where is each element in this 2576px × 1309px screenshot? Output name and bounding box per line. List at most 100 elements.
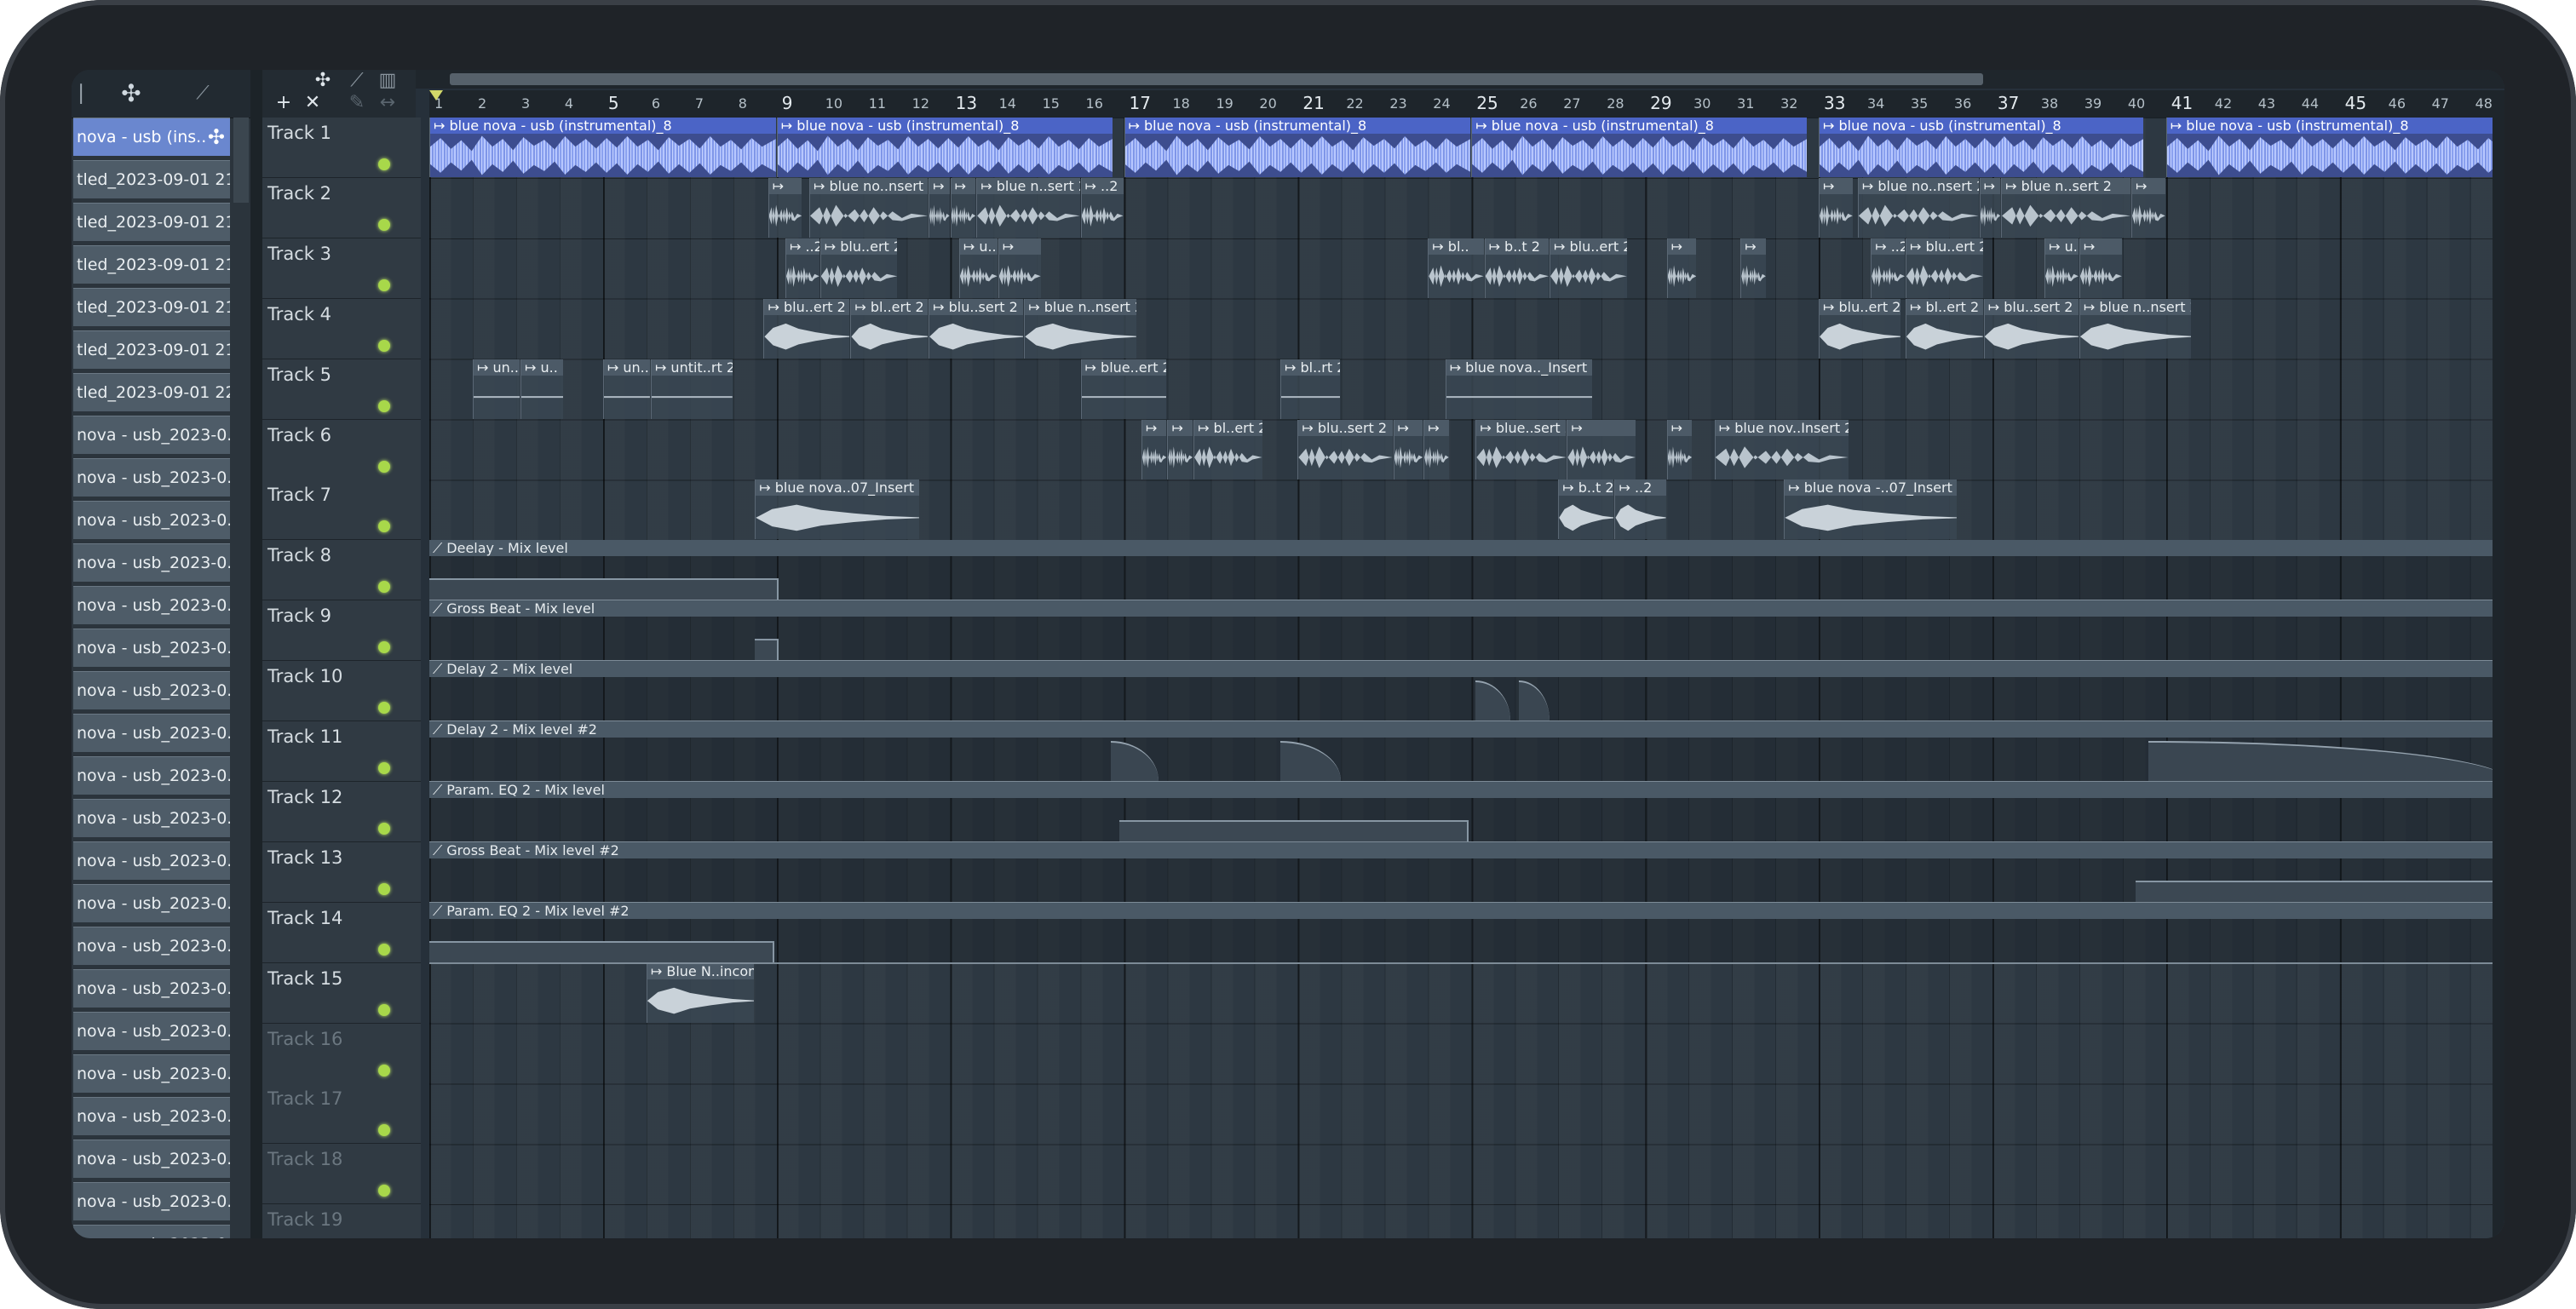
audio-clip[interactable]: ↦ blue nova - usb (instrumental)_8 [1124, 118, 1471, 177]
track-header[interactable]: Track 3 [262, 238, 421, 299]
picker-item[interactable]: nova - usb_2023-0.. [73, 543, 230, 582]
audio-clip[interactable]: ↦ [2131, 177, 2165, 238]
track-header[interactable]: Track 19 [262, 1204, 421, 1238]
panel-divider[interactable] [250, 70, 262, 1238]
track-header[interactable]: Track 17 [262, 1083, 421, 1145]
audio-clip[interactable]: ↦ bl..ert 2 [850, 298, 929, 359]
picker-item[interactable]: nova - usb_2023-0.. [73, 586, 230, 624]
song-position-marker[interactable] [429, 90, 443, 100]
pencil-icon[interactable]: ✎ [344, 92, 370, 114]
audio-clip[interactable]: ↦ b..t 2 [1484, 238, 1550, 298]
track-header[interactable]: Track 1 [262, 118, 421, 178]
track-mute-led[interactable] [378, 460, 390, 473]
close-icon[interactable]: ✕ [300, 92, 325, 114]
scrollbar-thumb[interactable] [450, 73, 1983, 85]
picker-scrollbar[interactable] [233, 118, 249, 203]
add-track-icon[interactable]: + [271, 92, 296, 114]
audio-clip[interactable]: ↦ bl..ert 2 [1193, 419, 1262, 479]
audio-clip[interactable]: ↦ [1666, 419, 1693, 479]
picker-item[interactable]: tled_2023-09-01 21.. [73, 160, 230, 198]
track-mute-led[interactable] [378, 581, 390, 594]
audio-clip[interactable]: ↦ [1740, 238, 1766, 298]
audio-clip[interactable]: ↦ blue n..sert 2 [2001, 177, 2131, 238]
track-header[interactable]: Track 4 [262, 298, 421, 359]
audio-clip[interactable]: ↦ u.. [958, 238, 998, 298]
track-mute-led[interactable] [378, 520, 390, 533]
track-mute-led[interactable] [378, 1003, 390, 1016]
audio-clip[interactable]: ↦ blu..ert 2 [1819, 298, 1900, 359]
audio-clip[interactable]: ↦ ..2 [1080, 177, 1124, 238]
audio-clip[interactable]: ↦ blue nova.._Insert 2 [1445, 359, 1592, 419]
audio-clip[interactable]: ↦ blue..sert 2 [1475, 419, 1567, 479]
audio-clip[interactable]: ↦ bl..rt 2 [1280, 359, 1341, 419]
audio-clip[interactable]: ↦ bl.. [1428, 238, 1484, 298]
audio-clip[interactable]: ↦ [950, 177, 976, 238]
automation-clip[interactable]: ⟋ Deelay - Mix level [429, 540, 2504, 602]
audio-clip-icon[interactable]: ✣ [310, 70, 336, 92]
picker-item[interactable]: tled_2023-09-01 21.. [73, 245, 230, 284]
automation-clip-icon[interactable]: ⟋ [344, 70, 370, 92]
track-mute-led[interactable] [378, 278, 390, 291]
picker-item[interactable]: tled_2023-09-01 21.. [73, 288, 230, 326]
track-header[interactable]: Track 2 [262, 177, 421, 238]
audio-clip[interactable]: ↦ Blue N..income [646, 962, 755, 1023]
audio-clip[interactable]: ↦ blu..ert 2 [763, 298, 850, 359]
picker-item[interactable]: nova - usb_2023-0.. [73, 1225, 230, 1238]
automation-clip[interactable]: ⟋ Delay 2 - Mix level [429, 661, 2504, 723]
audio-clip[interactable]: ↦ [1141, 419, 1167, 479]
audio-clip[interactable]: ↦ [1666, 238, 1697, 298]
audio-clip[interactable]: ↦ [1819, 177, 1853, 238]
picker-item[interactable]: tled_2023-09-01 21.. [73, 330, 230, 369]
automation-clip[interactable]: ⟋ Param. EQ 2 - Mix level [429, 781, 2504, 843]
audio-clip[interactable]: ↦ blue nova - usb (instrumental)_8 [2165, 118, 2504, 177]
audio-clip[interactable]: ↦ blue n..nsert 2 [2079, 298, 2192, 359]
audio-clip[interactable]: ↦ blu..sert 2 [929, 298, 1024, 359]
audio-clip[interactable]: ↦ un.. [472, 359, 520, 419]
track-mute-led[interactable] [378, 882, 390, 895]
audio-clip[interactable]: ↦ blue nova - usb (instrumental)_8 [1819, 118, 2144, 177]
automation-clip-icon[interactable]: ⟋ [187, 78, 218, 109]
picker-item[interactable]: nova - usb_2023-0.. [73, 1097, 230, 1135]
audio-clip[interactable]: ↦ blue n..sert 2 [976, 177, 1080, 238]
audio-clip[interactable]: ↦ blu..sert 2 [1297, 419, 1393, 479]
track-mute-led[interactable] [378, 218, 390, 231]
track-mute-led[interactable] [378, 1124, 390, 1137]
audio-clip[interactable]: ↦ blu..ert 2 [1550, 238, 1627, 298]
picker-item[interactable]: nova - usb_2023-0.. [73, 841, 230, 880]
track-header[interactable]: Track 13 [262, 841, 421, 903]
track-header[interactable]: Track 7 [262, 479, 421, 541]
pattern-icon[interactable]: ▥ [375, 70, 400, 92]
track-header[interactable]: Track 10 [262, 661, 421, 722]
automation-clip[interactable]: ⟋ Delay 2 - Mix level #2 [429, 721, 2504, 783]
picker-item[interactable]: nova - usb_2023-0.. [73, 501, 230, 539]
audio-clip[interactable]: ↦ blue nova..07_Insert 2 [755, 479, 919, 540]
audio-clip[interactable]: ↦ ..2 [1871, 238, 1905, 298]
audio-clip[interactable]: ↦ [1167, 419, 1193, 479]
track-mute-led[interactable] [378, 762, 390, 774]
picker-item[interactable]: nova - usb_2023-0.. [73, 714, 230, 752]
audio-clip[interactable]: ↦ untit..rt 2 [650, 359, 733, 419]
track-header[interactable]: Track 8 [262, 540, 421, 601]
audio-clip[interactable]: ↦ blue nov..Insert 2 [1714, 419, 1849, 479]
track-header[interactable]: Track 12 [262, 781, 421, 842]
track-header[interactable]: Track 11 [262, 721, 421, 782]
horizontal-scrollbar[interactable] [416, 70, 2504, 89]
audio-clip[interactable]: ↦ ..2 [785, 238, 819, 298]
picker-item[interactable]: nova - usb_2023-0.. [73, 1182, 230, 1220]
audio-clip[interactable]: ↦ blue no..nsert 2 [808, 177, 929, 238]
audio-clip[interactable]: ↦ blue no..nsert 2 [1857, 177, 1979, 238]
picker-item[interactable]: nova - usb_2023-0.. [73, 416, 230, 454]
audio-clip[interactable]: ↦ [1979, 177, 2001, 238]
picker-item[interactable]: nova - usb_2023-0.. [73, 884, 230, 922]
audio-clip[interactable]: ↦ [929, 177, 950, 238]
audio-clip[interactable]: ↦ [1393, 419, 1423, 479]
audio-clip[interactable]: ↦ u.. [2044, 238, 2079, 298]
automation-clip[interactable]: ⟋ Param. EQ 2 - Mix level #2 [429, 902, 2504, 964]
track-header[interactable]: Track 6 [262, 419, 421, 480]
track-mute-led[interactable] [378, 339, 390, 352]
track-mute-led[interactable] [378, 702, 390, 715]
automation-clip[interactable]: ⟋ Gross Beat - Mix level #2 [429, 841, 2504, 904]
picker-item[interactable]: nova - usb_2023-0.. [73, 1012, 230, 1050]
automation-clip[interactable]: ⟋ Gross Beat - Mix level [429, 600, 2504, 663]
track-mute-led[interactable] [378, 1064, 390, 1076]
